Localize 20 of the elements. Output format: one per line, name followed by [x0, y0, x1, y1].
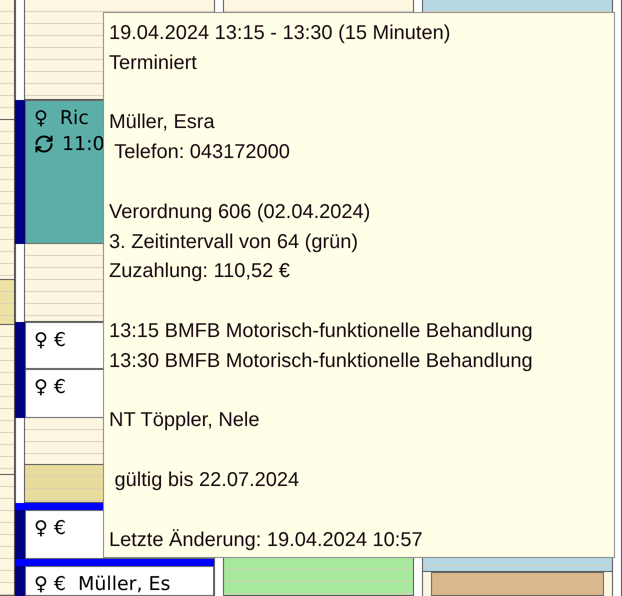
tooltip-line: Müller, Esra	[109, 110, 216, 136]
appointment-time: 11:0	[62, 132, 105, 157]
tooltip-line: Letzte Änderung: 19.04.2024 10:57	[109, 528, 424, 553]
appointment-title: Müller, Es	[78, 572, 170, 596]
tooltip-line: gültig bis 22.07.2024	[114, 468, 300, 493]
tooltip-line: 13:15 BMFB Motorisch-funktionelle Behandlung	[109, 318, 534, 344]
tooltip-line: 13:30 BMFB Motorisch-funktionelle Behandlung	[109, 348, 534, 374]
appointment-symbols: ♀ €	[34, 328, 66, 354]
tooltip-line: 19.04.2024 13:15 - 13:30 (15 Minuten)	[109, 21, 452, 46]
appointment-symbols: ♀ €	[34, 375, 66, 400]
tooltip-line: Telefon: 043172000	[113, 140, 291, 166]
tooltip-line: Terminiert	[109, 50, 198, 76]
tooltip-line: Zuzahlung: 110,52 €	[109, 259, 291, 284]
appointment-symbols: ♀	[34, 106, 48, 131]
appointment-title: Ric	[60, 106, 89, 131]
tooltip-line: 3. Zeitintervall von 64 (grün)	[109, 230, 360, 255]
appointment-symbols: ♀ €	[34, 572, 66, 596]
appointment-symbols: ♀ €	[34, 516, 66, 542]
tooltip-line: Verordnung 606 (02.04.2024)	[109, 200, 372, 225]
tooltip-line: NT Töppler, Nele	[109, 408, 260, 434]
